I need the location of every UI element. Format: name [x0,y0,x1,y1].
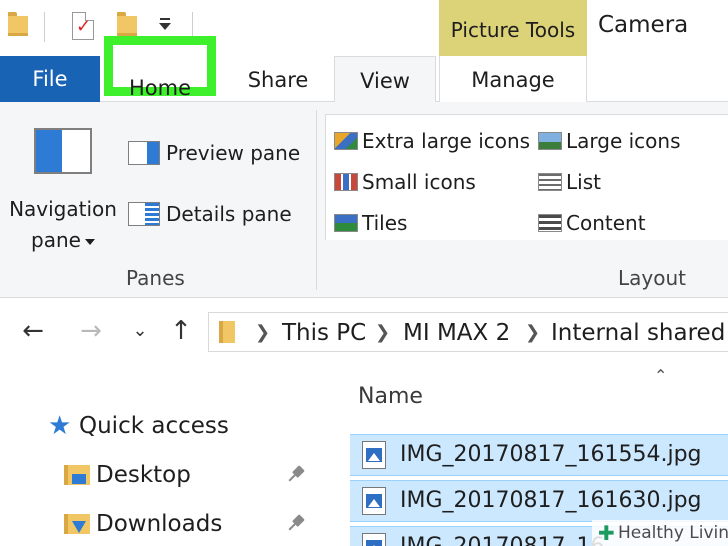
tree-item-desktop[interactable]: Desktop [96,457,191,493]
tiles-label: Tiles [362,211,408,235]
file-row[interactable]: IMG_20170817_161554.jpg [350,434,728,476]
properties-icon[interactable] [72,12,94,40]
new-folder-icon[interactable] [117,12,137,36]
downloads-folder-icon [64,511,90,535]
tab-file[interactable]: File [0,56,100,102]
desktop-folder-icon [64,462,90,486]
details-pane-label: Details pane [166,202,292,226]
navigation-pane-label: Navigation [9,197,117,221]
customize-toolbar-icon[interactable] [159,16,171,34]
large-icons-label: Large icons [566,129,681,153]
folder-icon [219,321,235,343]
layout-gallery: Extra large icons Large icons Small icon… [325,114,728,240]
column-header-name[interactable]: Name [358,382,423,412]
tree-item-downloads[interactable]: Downloads [96,506,222,542]
file-row[interactable]: IMG_20170817_161630.jpg [350,480,728,522]
breadcrumb-mi-max-2[interactable]: MI MAX 2 [403,317,510,349]
navigation-pane-icon[interactable] [34,128,92,174]
tab-home[interactable]: Home [104,36,216,100]
large-icons-icon [538,132,562,150]
list-label: List [566,170,601,194]
layout-tiles[interactable]: Tiles [328,208,528,238]
up-arrow-icon[interactable]: ↑ [166,316,196,346]
extra-large-icons-label: Extra large icons [362,129,531,153]
details-pane-button[interactable]: Details pane [128,199,308,229]
tiles-icon [334,214,358,232]
breadcrumb-this-pc[interactable]: This PC [282,317,366,349]
breadcrumb-chevron-icon[interactable]: ❯ [525,317,540,349]
layout-extra-large-icons[interactable]: Extra large icons [328,126,531,156]
breadcrumb-internal-storage[interactable]: Internal shared s [551,317,728,349]
watermark: ✚ Healthy Living [592,520,728,546]
breadcrumb-chevron-icon[interactable]: ❯ [375,317,390,349]
sort-ascending-icon: ⌃ [654,366,668,385]
image-file-icon [362,487,386,515]
navigation-pane-label-2: pane [31,228,81,252]
preview-pane-icon [128,141,160,165]
tab-view[interactable]: View [334,56,436,103]
file-name: IMG_20170817_161554.jpg [400,442,702,467]
address-bar[interactable]: ❯ This PC ❯ MI MAX 2 ❯ Internal shared s [208,312,728,352]
group-separator [316,110,317,290]
plus-icon: ✚ [598,521,615,545]
watermark-brand: Healthy Living [618,523,728,543]
image-file-icon [362,533,386,546]
extra-large-icons-icon [334,132,358,150]
preview-pane-button[interactable]: Preview pane [128,138,308,168]
content-label: Content [566,211,646,235]
file-name: IMG_20170817_16 [400,527,605,546]
navigation-bar: ← → ⌄ ↑ ❯ This PC ❯ MI MAX 2 ❯ Internal … [0,298,728,368]
layout-list[interactable]: List [532,167,722,197]
small-icons-label: Small icons [362,170,476,194]
ribbon-view-panel: Navigation pane Preview pane Details pan… [0,102,728,298]
tree-item-quick-access[interactable]: Quick access [79,408,229,444]
navigation-pane-button[interactable]: Navigation pane [6,194,120,256]
panes-group-label: Panes [126,266,185,290]
layout-large-icons[interactable]: Large icons [532,126,722,156]
layout-small-icons[interactable]: Small icons [328,167,528,197]
ribbon-tab-row: File Share View Manage Home [0,36,728,103]
window-title: Camera [598,12,689,38]
star-icon: ★ [48,411,72,441]
list-view-icon [538,173,562,191]
tab-manage[interactable]: Manage [439,56,587,103]
content-view-icon [538,214,562,232]
folder-icon[interactable] [8,12,28,36]
recent-locations-chevron-icon[interactable]: ⌄ [125,316,155,346]
layout-group-label: Layout [618,266,686,290]
small-icons-icon [334,173,358,191]
toolbar-separator [44,12,45,42]
chevron-down-icon [84,238,95,245]
file-name: IMG_20170817_161630.jpg [400,488,702,513]
tab-share[interactable]: Share [232,56,324,102]
details-pane-icon [128,202,160,226]
breadcrumb-chevron-icon[interactable]: ❯ [255,317,270,349]
layout-content[interactable]: Content [532,208,722,238]
image-file-icon [362,441,386,469]
picture-tools-label: Picture Tools [450,18,576,42]
back-arrow-icon[interactable]: ← [18,316,48,346]
forward-arrow-icon[interactable]: → [76,316,106,346]
preview-pane-label: Preview pane [166,141,301,165]
